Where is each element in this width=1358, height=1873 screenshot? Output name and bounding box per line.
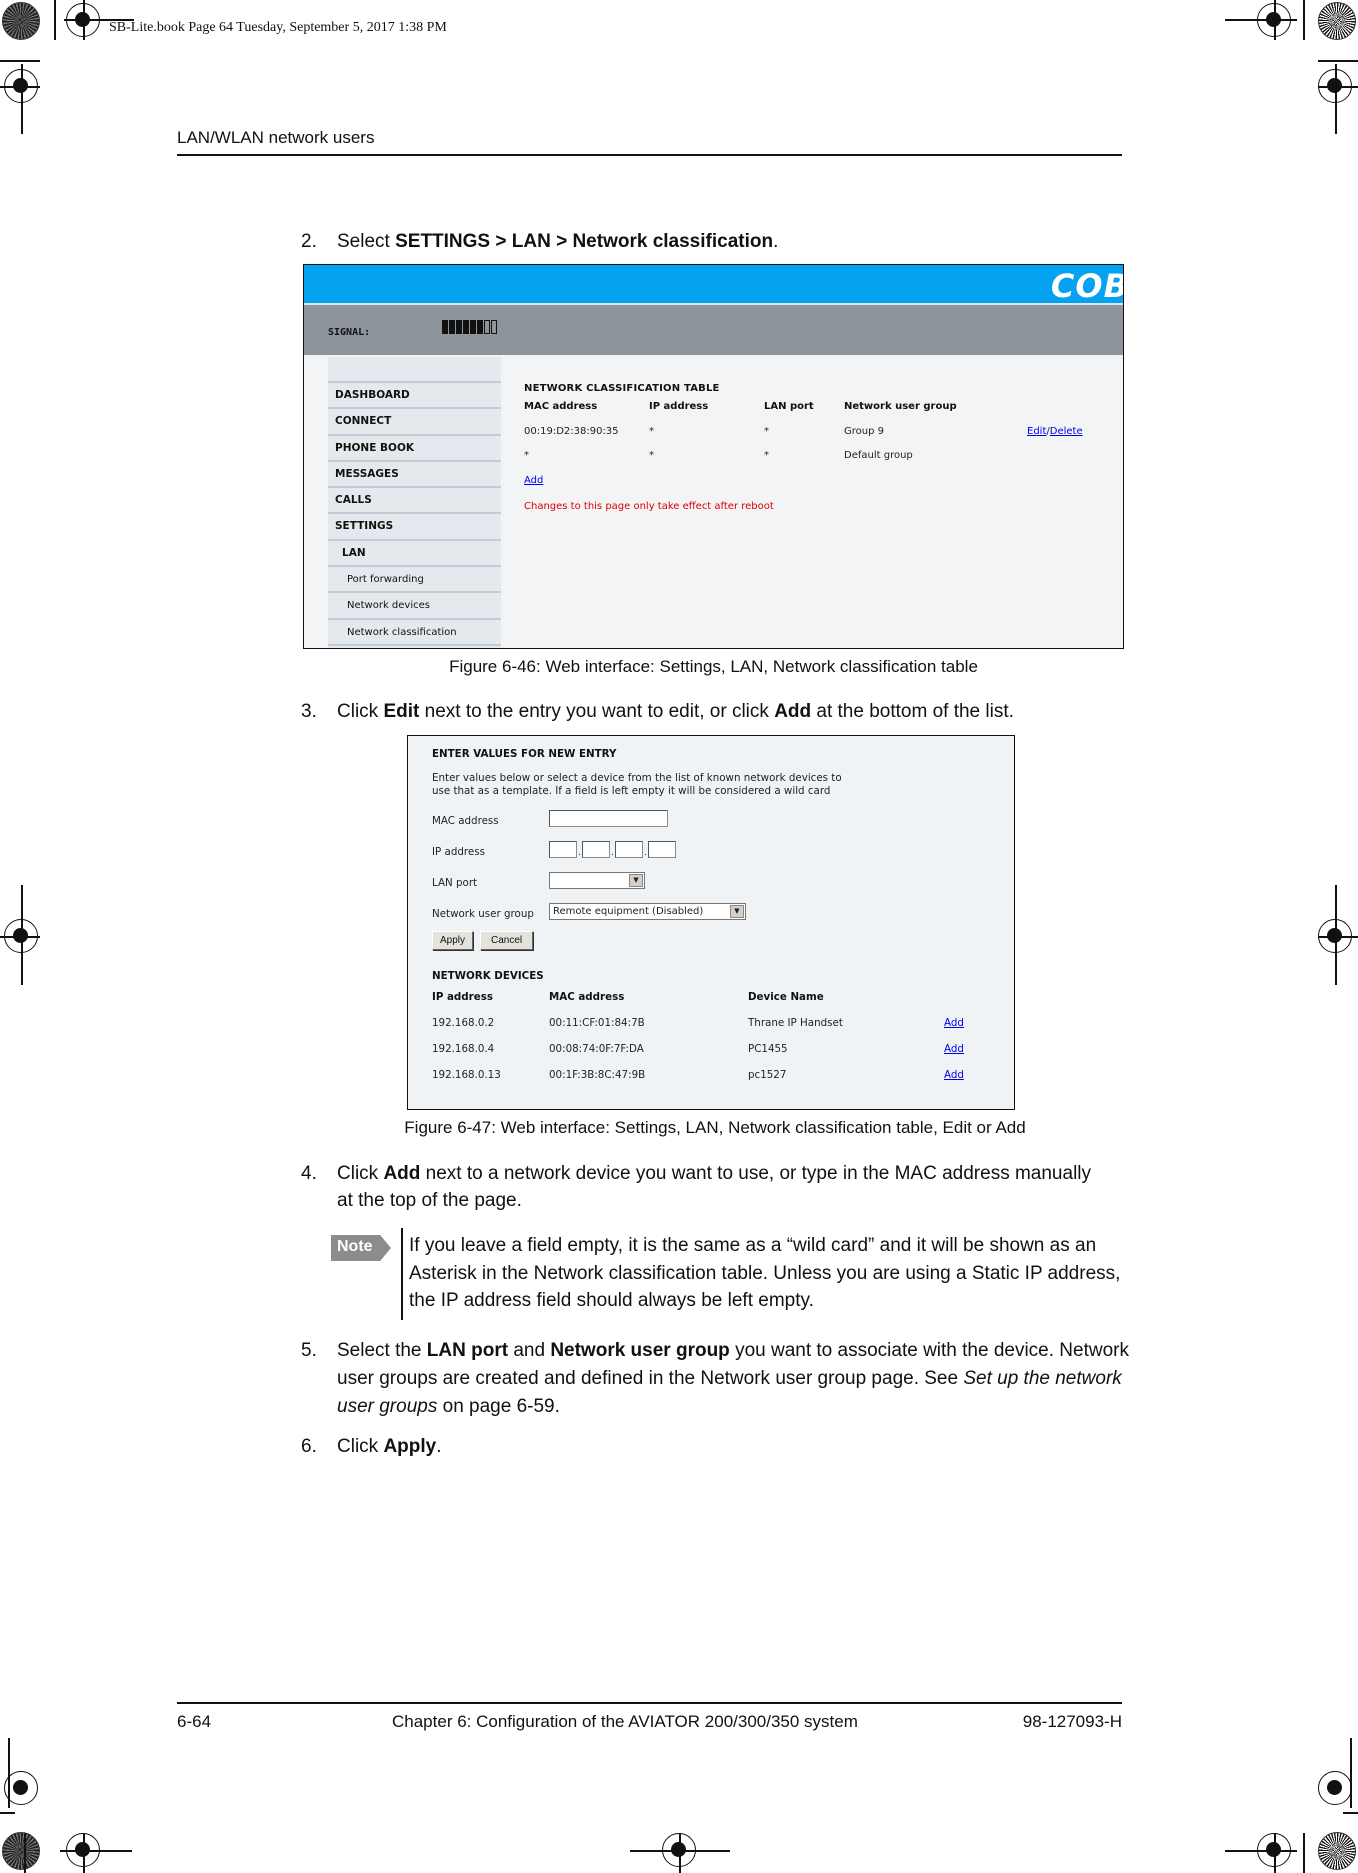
nav-network-devices[interactable]: Network devices bbox=[328, 593, 501, 620]
status-bar: SIGNAL: bbox=[304, 305, 1123, 355]
form-heading: ENTER VALUES FOR NEW ENTRY bbox=[432, 748, 617, 760]
note-badge: Note bbox=[331, 1235, 391, 1261]
table-row: 00:19:D2:38:90:35 * * Group 9 Edit/Delet… bbox=[524, 425, 1083, 437]
step-5: 5. Select the LAN port and Network user … bbox=[301, 1340, 1129, 1417]
add-entry-link[interactable]: Add bbox=[524, 475, 543, 486]
nav-dashboard[interactable]: DASHBOARD bbox=[328, 383, 501, 410]
nav-port-forwarding[interactable]: Port forwarding bbox=[328, 567, 501, 594]
device-row: 192.168.0.13 00:1F:3B:8C:47:9B pc1527 Ad… bbox=[432, 1062, 994, 1088]
signal-bar bbox=[463, 320, 469, 334]
signal-bar bbox=[449, 320, 455, 334]
header-rule bbox=[177, 154, 1122, 156]
signal-bar bbox=[491, 320, 497, 334]
figure-46-caption: Figure 6-46: Web interface: Settings, LA… bbox=[449, 657, 978, 676]
brand-logo: COB bbox=[1050, 267, 1124, 305]
figure-network-classification-screenshot: COB SIGNAL: DASHBOARD CONNECT PHONE BOOK… bbox=[303, 264, 1124, 649]
table-header: MAC address IP address LAN port Network … bbox=[524, 401, 957, 412]
signal-bar bbox=[477, 320, 483, 334]
mac-address-input[interactable] bbox=[549, 810, 668, 827]
color-bar-icon bbox=[2, 1832, 40, 1870]
devices-header: IP address MAC address Device Name bbox=[432, 991, 824, 1003]
figure-edit-add-screenshot: ENTER VALUES FOR NEW ENTRY Enter values … bbox=[407, 735, 1015, 1110]
device-row: 192.168.0.4 00:08:74:0F:7F:DA PC1455 Add bbox=[432, 1036, 994, 1062]
figure-47-caption: Figure 6-47: Web interface: Settings, LA… bbox=[404, 1118, 1026, 1137]
color-bar-icon bbox=[2, 2, 40, 40]
cancel-button[interactable]: Cancel bbox=[480, 931, 534, 950]
network-devices-title: NETWORK DEVICES bbox=[432, 970, 544, 982]
document-number: 98-127093-H bbox=[1022, 1712, 1122, 1731]
nav-settings[interactable]: SETTINGS bbox=[328, 514, 501, 541]
header-bar: COB bbox=[304, 265, 1124, 305]
chevron-down-icon: ▼ bbox=[730, 905, 744, 918]
table-title: NETWORK CLASSIFICATION TABLE bbox=[524, 383, 720, 394]
page-number: 6-64 bbox=[177, 1712, 212, 1731]
add-device-link[interactable]: Add bbox=[944, 1062, 964, 1088]
signal-bar bbox=[484, 320, 490, 334]
signal-bar bbox=[470, 320, 476, 334]
color-bar-icon bbox=[1318, 2, 1356, 40]
ip-octet-3-input[interactable] bbox=[615, 841, 643, 858]
print-stamp: SB-Lite.book Page 64 Tuesday, September … bbox=[109, 20, 447, 35]
nav-messages[interactable]: MESSAGES bbox=[328, 462, 501, 489]
form-description: Enter values below or select a device fr… bbox=[432, 772, 842, 797]
lan-port-select[interactable]: ▼ bbox=[549, 872, 645, 889]
running-head: LAN/WLAN network users bbox=[177, 128, 375, 147]
mac-address-row: MAC address bbox=[432, 806, 994, 837]
ip-octet-2-input[interactable] bbox=[582, 841, 610, 858]
color-bar-icon bbox=[1318, 1832, 1356, 1870]
network-user-group-row: Network user group Remote equipment (Dis… bbox=[432, 899, 994, 926]
footer-rule bbox=[177, 1702, 1122, 1704]
signal-bar bbox=[442, 320, 448, 334]
ip-address-row: IP address . . . bbox=[432, 837, 994, 868]
chapter-title: Chapter 6: Configuration of the AVIATOR … bbox=[392, 1712, 858, 1731]
nav-connect[interactable]: CONNECT bbox=[328, 409, 501, 436]
edit-link[interactable]: Edit bbox=[1027, 426, 1046, 437]
registration-mark-icon bbox=[4, 1771, 38, 1805]
network-user-group-select[interactable]: Remote equipment (Disabled) ▼ bbox=[549, 903, 746, 920]
nav-network-classification[interactable]: Network classification bbox=[328, 620, 501, 646]
device-row: 192.168.0.2 00:11:CF:01:84:7B Thrane IP … bbox=[432, 1010, 994, 1036]
apply-button[interactable]: Apply bbox=[432, 931, 474, 950]
sidebar-nav: DASHBOARD CONNECT PHONE BOOK MESSAGES CA… bbox=[328, 357, 501, 648]
ip-octet-4-input[interactable] bbox=[648, 841, 676, 858]
signal-label: SIGNAL: bbox=[328, 327, 371, 338]
registration-mark-icon bbox=[1318, 1771, 1352, 1805]
classification-panel: NETWORK CLASSIFICATION TABLE MAC address… bbox=[524, 375, 1093, 519]
add-device-link[interactable]: Add bbox=[944, 1010, 964, 1036]
nav-lan[interactable]: LAN bbox=[328, 541, 501, 568]
step-2: 2. Select SETTINGS > LAN > Network class… bbox=[301, 231, 779, 252]
note-divider bbox=[401, 1228, 403, 1320]
delete-link[interactable]: Delete bbox=[1050, 426, 1083, 437]
reboot-warning: Changes to this page only take effect af… bbox=[524, 501, 774, 512]
signal-bar bbox=[456, 320, 462, 334]
nav-phone-book[interactable]: PHONE BOOK bbox=[328, 436, 501, 462]
table-row: * * * Default group bbox=[524, 450, 913, 461]
step-3: 3. Click Edit next to the entry you want… bbox=[301, 701, 1014, 722]
step-6: 6. Click Apply. bbox=[301, 1436, 442, 1457]
ip-octet-1-input[interactable] bbox=[549, 841, 577, 858]
note-text: If you leave a field empty, it is the sa… bbox=[409, 1235, 1121, 1311]
signal-strength-icon bbox=[442, 320, 497, 334]
nav-calls[interactable]: CALLS bbox=[328, 488, 501, 515]
chevron-down-icon: ▼ bbox=[629, 874, 643, 887]
add-device-link[interactable]: Add bbox=[944, 1036, 964, 1062]
step-4: 4. Click Add next to a network device yo… bbox=[301, 1163, 1092, 1211]
lan-port-row: LAN port ▼ bbox=[432, 868, 994, 899]
